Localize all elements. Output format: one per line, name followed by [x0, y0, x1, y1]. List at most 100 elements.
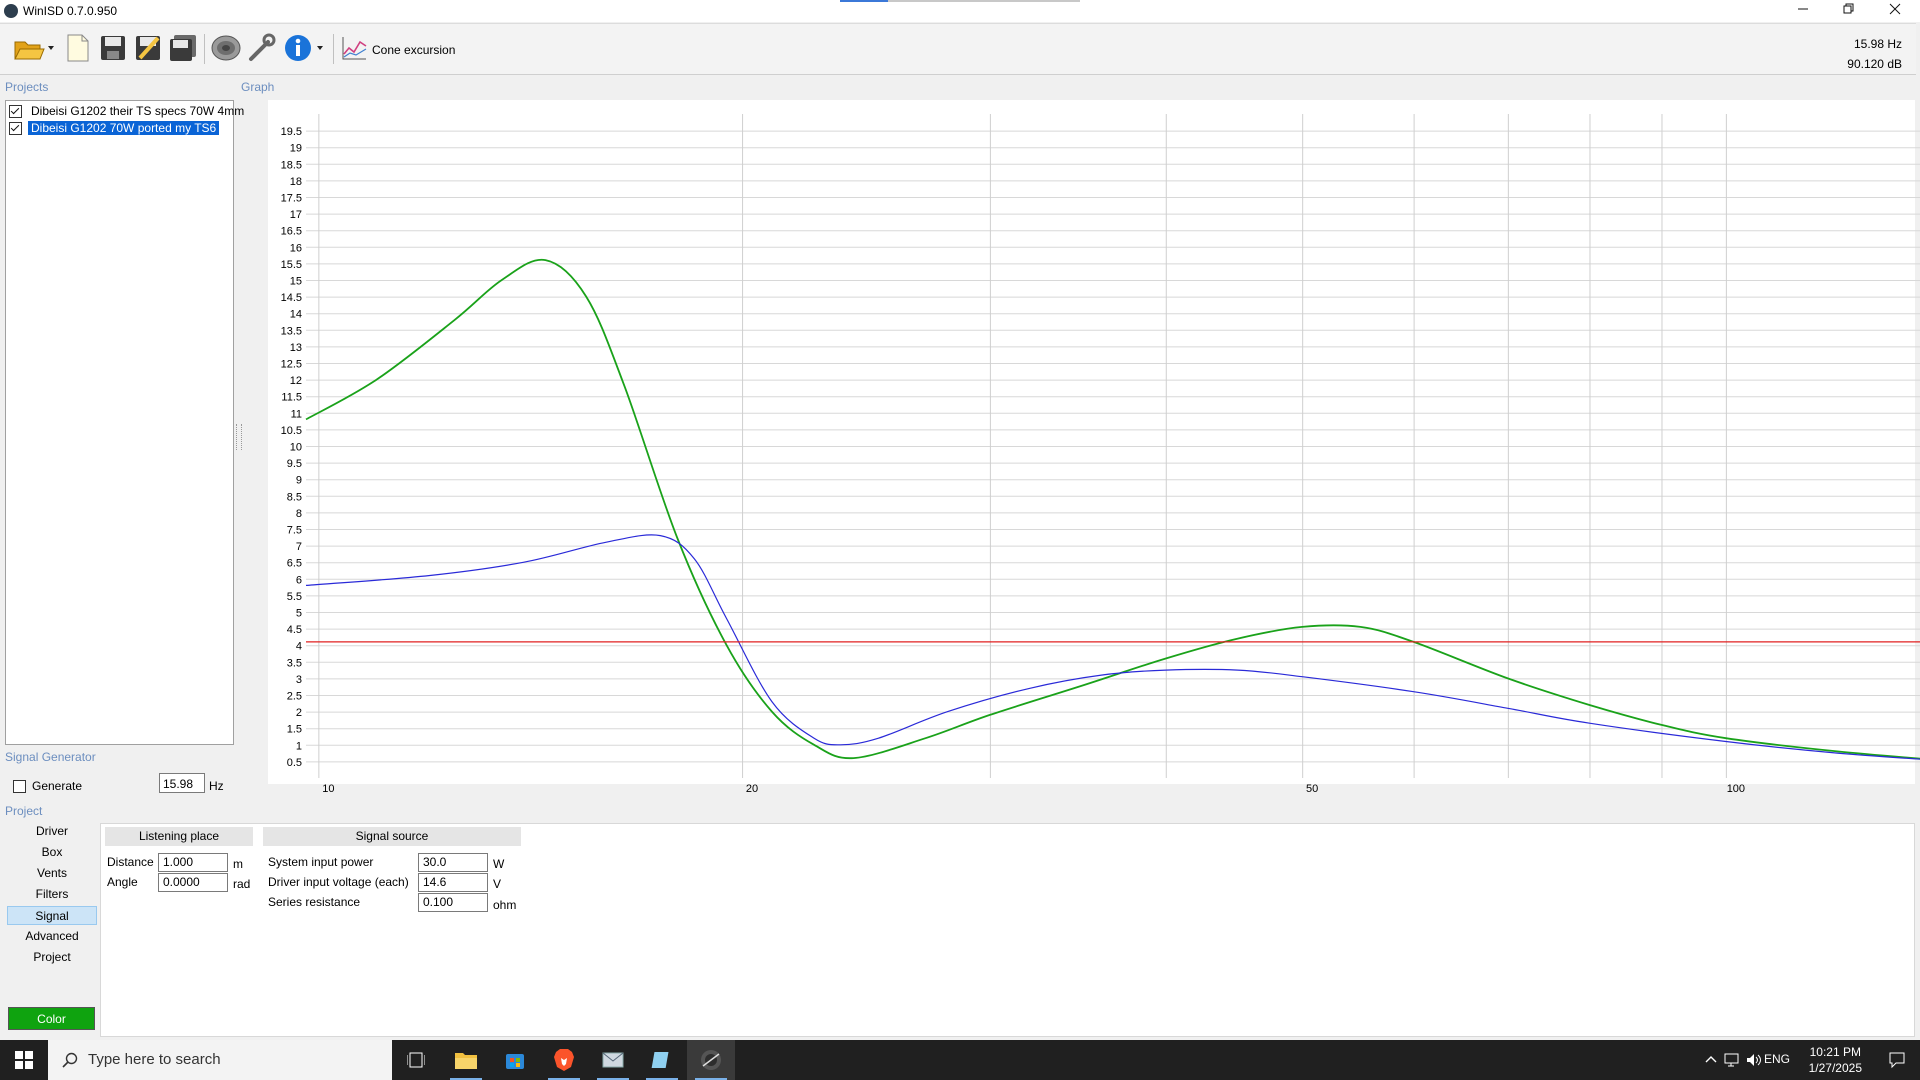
loading-progress-fill	[840, 0, 888, 2]
x-tick-label: 100	[1727, 783, 1745, 795]
y-tick-label: 19	[290, 143, 302, 155]
project-label[interactable]: Dibeisi G1202 their TS specs 70W 4mm	[28, 104, 247, 118]
generator-frequency-input[interactable]: 15.98	[159, 773, 205, 793]
driver-input-voltage-input[interactable]: 14.6	[418, 873, 488, 892]
y-tick-label: 11	[291, 408, 302, 420]
new-project-button[interactable]	[62, 32, 94, 64]
y-tick-label: 6	[296, 574, 302, 586]
taskbar-search[interactable]: Type here to search	[48, 1040, 392, 1080]
y-tick-label: 13.5	[281, 325, 302, 337]
task-view-button[interactable]	[392, 1040, 440, 1080]
distance-label: Distance	[107, 855, 154, 869]
distance-input[interactable]: 1.000	[158, 853, 228, 872]
y-tick-label: 10.5	[281, 425, 302, 437]
project-nav: Driver Box Vents Filters Signal Advanced…	[5, 822, 97, 1000]
notification-center-button[interactable]	[1888, 1051, 1906, 1072]
windows-start-icon	[15, 1051, 33, 1069]
y-tick-label: 1	[296, 740, 302, 752]
project-item[interactable]: Dibeisi G1202 their TS specs 70W 4mm	[9, 103, 247, 119]
y-tick-label: 12.5	[281, 359, 302, 371]
x-tick-label: 20	[746, 783, 758, 795]
graph-type-label[interactable]: Cone excursion	[372, 43, 455, 57]
save-icon	[101, 36, 125, 60]
project-checkbox[interactable]	[9, 121, 22, 135]
nav-filters[interactable]: Filters	[7, 885, 97, 904]
loading-progress-bar	[840, 0, 1080, 2]
system-input-power-input[interactable]: 30.0	[418, 853, 488, 872]
project-panel-label: Project	[5, 804, 43, 818]
graph-type-button[interactable]	[338, 32, 370, 64]
minimize-button[interactable]	[1780, 0, 1826, 22]
projects-list: Dibeisi G1202 their TS specs 70W 4mm Dib…	[5, 100, 244, 745]
tray-language[interactable]: ENG	[1764, 1052, 1790, 1066]
new-project-icon	[67, 34, 89, 62]
nav-project[interactable]: Project	[7, 948, 97, 967]
tray-volume[interactable]	[1746, 1052, 1762, 1071]
y-tick-label: 9	[296, 475, 302, 487]
toolbar: Cone excursion 15.98 Hz 90.120 dB	[0, 23, 1916, 75]
project-item-selected[interactable]: Dibeisi G1202 70W ported my TS6	[9, 120, 220, 136]
y-tick-label: 7	[296, 541, 302, 553]
splitter-handle[interactable]	[236, 424, 242, 450]
driver-input-voltage-unit: V	[493, 877, 502, 891]
network-icon	[1724, 1053, 1739, 1067]
taskbar: Type here to search ENG 10:21 PM 1/27/20…	[0, 1040, 1920, 1080]
y-tick-label: 10	[290, 442, 302, 454]
color-button[interactable]: Color	[8, 1007, 95, 1030]
tray-clock[interactable]: 10:21 PM 1/27/2025	[1809, 1044, 1862, 1076]
toolbar-separator	[204, 34, 205, 64]
y-tick-label: 18	[290, 176, 302, 188]
nav-driver[interactable]: Driver	[7, 822, 97, 841]
restore-button[interactable]	[1826, 0, 1872, 22]
project-checkbox[interactable]	[9, 104, 22, 118]
save-button[interactable]	[97, 32, 129, 64]
taskbar-store[interactable]	[491, 1040, 539, 1080]
listening-place-header: Listening place	[105, 827, 253, 846]
generate-checkbox[interactable]	[13, 779, 26, 793]
nav-box[interactable]: Box	[7, 843, 97, 862]
start-button[interactable]	[0, 1040, 48, 1080]
y-tick-label: 18.5	[281, 159, 302, 171]
y-tick-label: 0.5	[287, 757, 302, 769]
nav-vents[interactable]: Vents	[7, 864, 97, 883]
series-resistance-unit: ohm	[493, 898, 517, 912]
save-as-icon	[136, 36, 160, 60]
open-button[interactable]	[12, 32, 56, 64]
y-tick-label: 3.5	[287, 657, 302, 669]
taskbar-notepad[interactable]	[638, 1040, 686, 1080]
system-input-power-label: System input power	[268, 855, 374, 869]
minimize-icon	[1798, 8, 1808, 10]
series-resistance-input[interactable]: 0.100	[418, 893, 488, 912]
nav-signal[interactable]: Signal	[7, 906, 97, 925]
store-icon	[506, 1054, 524, 1069]
y-tick-label: 4.5	[287, 624, 302, 636]
nav-advanced[interactable]: Advanced	[7, 927, 97, 946]
close-icon	[1889, 3, 1901, 15]
projects-label: Projects	[5, 80, 49, 94]
taskbar-brave[interactable]	[540, 1040, 588, 1080]
project-label[interactable]: Dibeisi G1202 70W ported my TS6	[28, 121, 220, 135]
y-tick-label: 13	[290, 342, 302, 354]
taskbar-winisd[interactable]	[687, 1040, 735, 1080]
x-tick-label: 10	[322, 783, 334, 795]
generate-toggle[interactable]: Generate	[13, 779, 82, 793]
open-folder-icon	[14, 41, 54, 60]
graph-label: Graph	[241, 80, 275, 94]
close-button[interactable]	[1872, 0, 1918, 22]
info-button[interactable]	[283, 32, 327, 64]
driver-editor-button[interactable]	[210, 32, 242, 64]
angle-input[interactable]: 0.0000	[158, 873, 228, 892]
tray-network[interactable]	[1724, 1052, 1740, 1071]
driver-input-voltage-label: Driver input voltage (each)	[268, 875, 409, 889]
save-all-icon	[170, 35, 196, 61]
taskbar-file-explorer[interactable]	[442, 1040, 490, 1080]
save-all-button[interactable]	[167, 32, 199, 64]
tray-overflow-button[interactable]	[1704, 1052, 1718, 1069]
distance-unit: m	[233, 857, 243, 871]
cone-excursion-graph[interactable]: 0.5 1 1.5 2 2.5 3 3.5 4 4.5 5 5.5 6 6.5 7 7.5 8 8.5 9 9.5 1…	[268, 100, 1920, 795]
taskbar-mail[interactable]	[589, 1040, 637, 1080]
tools-button[interactable]	[245, 32, 277, 64]
mail-icon	[602, 1052, 624, 1068]
cursor-readout: 15.98 Hz 90.120 dB	[1847, 34, 1902, 74]
save-as-button[interactable]	[132, 32, 164, 64]
